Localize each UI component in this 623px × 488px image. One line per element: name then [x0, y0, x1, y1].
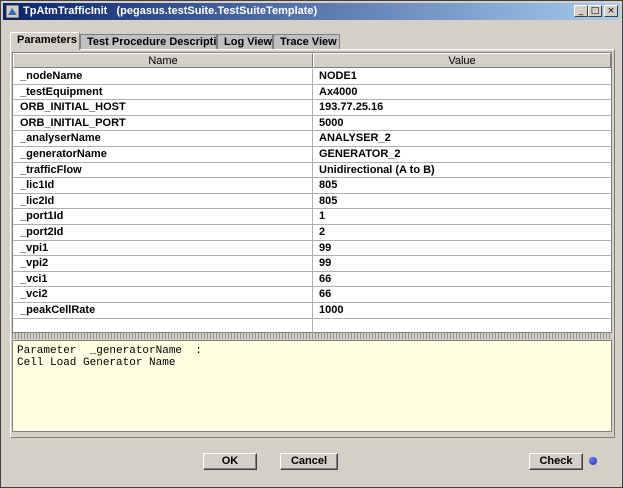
param-value-cell[interactable]: NODE1	[319, 69, 357, 84]
tab-log-view[interactable]: Log View	[217, 34, 273, 49]
param-value-cell[interactable]: Unidirectional (A to B)	[319, 163, 435, 178]
param-name-cell: _lic2Id	[20, 194, 55, 207]
param-name-cell: _port1Id	[20, 210, 64, 223]
description-line-1: Parameter _generatorName :	[17, 345, 202, 357]
parameters-table[interactable]: Name Value _nodeName NODE1 _testEquipment A…	[12, 52, 612, 333]
param-value-cell[interactable]: ANALYSER_2	[319, 131, 391, 146]
param-name-cell: _testEquipment	[20, 85, 103, 98]
param-value-cell[interactable]: 1	[319, 209, 325, 224]
column-divider	[312, 69, 313, 333]
param-value-cell[interactable]: Ax4000	[319, 85, 358, 100]
param-name-cell: _vci2	[20, 288, 48, 301]
param-value-cell[interactable]: 1000	[319, 303, 343, 318]
parameter-description: Parameter _generatorName : Cell Load Gene…	[12, 340, 612, 432]
param-value-cell[interactable]: 99	[319, 241, 331, 256]
title-bar[interactable]: TpAtmTrafficInit (pegasus.testSuite.Test…	[3, 3, 620, 20]
param-name-cell: _vpi1	[20, 241, 49, 254]
maximize-button[interactable]: □	[588, 5, 602, 17]
param-value-cell[interactable]: 66	[319, 272, 331, 287]
split-pane-divider[interactable]	[12, 333, 612, 339]
param-name-cell: _port2Id	[20, 226, 64, 238]
close-button[interactable]: ×	[604, 5, 618, 17]
param-value-cell[interactable]: 66	[319, 287, 331, 302]
param-value-cell[interactable]: 2	[319, 225, 325, 240]
description-line-2: Cell Load Generator Name	[17, 357, 176, 369]
cancel-button[interactable]: Cancel	[280, 453, 338, 470]
param-value-cell[interactable]: 5000	[319, 116, 343, 131]
param-value-cell[interactable]: 805	[319, 178, 337, 193]
tab-parameters[interactable]: Parameters	[10, 32, 80, 50]
table-header: Name Value	[13, 53, 611, 68]
param-value-cell[interactable]: 805	[319, 194, 337, 209]
minimize-button[interactable]: _	[574, 5, 588, 17]
param-value-cell[interactable]: 193.77.25.16	[319, 100, 383, 115]
param-name-cell: ORB_INITIAL_HOST	[20, 101, 126, 114]
dialog-window: TpAtmTrafficInit (pegasus.testSuite.Test…	[0, 0, 623, 488]
ok-button[interactable]: OK	[203, 453, 257, 470]
column-header-name[interactable]: Name	[13, 53, 313, 68]
param-name-cell: _trafficFlow	[20, 163, 82, 176]
tab-trace-view[interactable]: Trace View	[273, 34, 340, 49]
param-name-cell: _generatorName	[20, 148, 107, 160]
param-name-cell: _vpi2	[20, 257, 49, 270]
check-button[interactable]: Check	[529, 453, 583, 470]
app-icon	[6, 5, 19, 18]
param-name-cell: _nodeName	[20, 70, 83, 82]
window-title: TpAtmTrafficInit (pegasus.testSuite.Test…	[23, 5, 318, 17]
tab-test-procedure-description[interactable]: Test Procedure Description	[80, 34, 230, 49]
param-name-cell: ORB_INITIAL_PORT	[20, 116, 126, 129]
param-value-cell[interactable]: GENERATOR_2	[319, 147, 401, 162]
status-led-icon	[589, 457, 597, 465]
param-name-cell: _peakCellRate	[20, 304, 96, 316]
param-name-cell: _vci1	[20, 272, 48, 285]
param-name-cell: _lic1Id	[20, 179, 55, 192]
param-value-cell[interactable]: 99	[319, 256, 331, 271]
column-header-value[interactable]: Value	[313, 53, 611, 68]
param-name-cell: _analyserName	[20, 132, 101, 145]
